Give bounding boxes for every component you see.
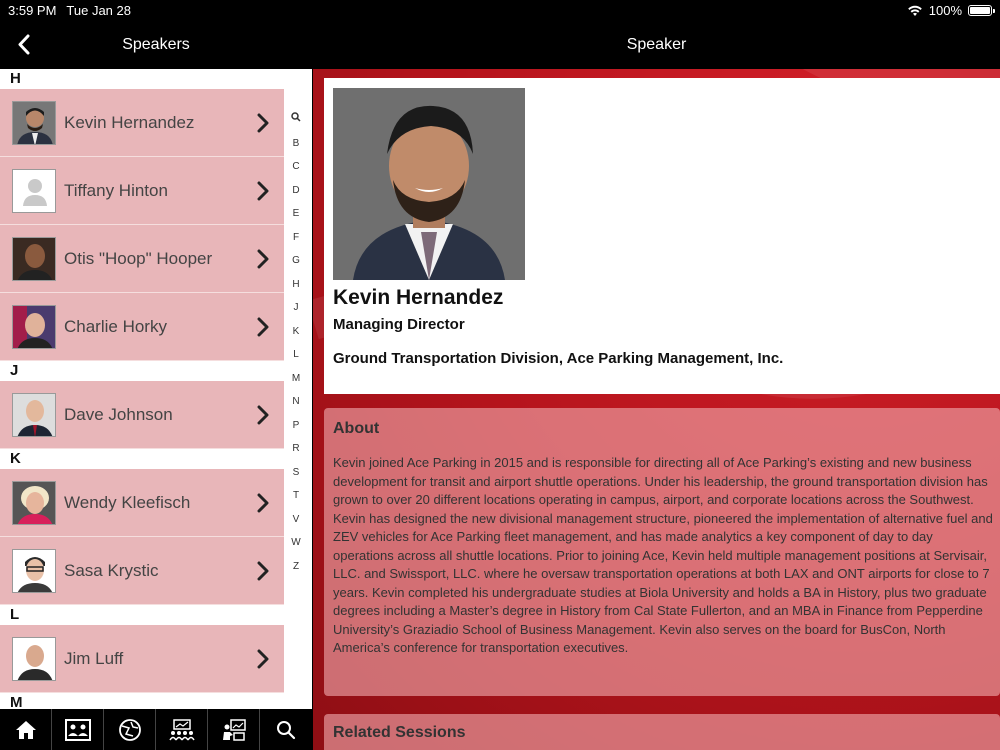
speaker-avatar [12,393,56,437]
speaker-list[interactable]: H Kevin Hernandez Tiffany Hinton Otis "H… [0,69,312,709]
search-icon [277,720,296,739]
app-screen: 3:59 PM Tue Jan 28 100% Speakers H Kevin… [0,0,1000,750]
speakers-panel: Speakers H Kevin Hernandez Tiffany Hinto… [0,20,312,750]
chevron-right-icon [257,317,269,337]
speaker-avatar [12,637,56,681]
chevron-right-icon [257,561,269,581]
index-letter[interactable]: M [292,367,300,391]
chevron-right-icon [257,181,269,201]
profile-organization: Ground Transportation Division, Ace Park… [333,350,784,367]
index-letter[interactable]: G [292,249,300,273]
index-letter[interactable]: V [293,508,300,532]
about-section: About Kevin joined Ace Parking in 2015 a… [324,408,1000,696]
speakers-icon [64,718,91,741]
speakers-nav-bar: Speakers [0,20,312,69]
index-letter[interactable]: P [293,414,300,438]
speaker-avatar [12,101,56,145]
profile-name: Kevin Hernandez [333,286,504,309]
map-icon [118,718,141,741]
speaker-name: Wendy Kleefisch [64,493,191,512]
profile-card: Kevin Hernandez Managing Director Ground… [324,78,1000,394]
speakers-title: Speakers [122,36,190,53]
speaker-row-charlie-horky[interactable]: Charlie Horky [0,293,284,361]
battery-percent: 100% [928,3,962,18]
section-header-j: J [0,361,312,381]
attendees-icon [168,718,195,740]
chevron-right-icon [257,113,269,133]
index-letter[interactable]: Z [293,555,299,579]
chevron-right-icon [257,249,269,269]
tab-presentation[interactable] [208,709,260,750]
speaker-nav-bar: Speaker [313,20,1000,69]
index-letter[interactable]: B [293,132,300,156]
speaker-row-jim-luff[interactable]: Jim Luff [0,625,284,693]
speaker-row-wendy-kleefisch[interactable]: Wendy Kleefisch [0,469,284,537]
speaker-row-dave-johnson[interactable]: Dave Johnson [0,381,284,449]
section-header-k: K [0,449,312,469]
index-letter[interactable]: J [294,296,299,320]
status-bar: 3:59 PM Tue Jan 28 100% [0,0,1000,20]
speaker-avatar [12,237,56,281]
speaker-avatar-placeholder [12,169,56,213]
index-letter[interactable]: E [293,202,300,226]
section-header-l: L [0,605,312,625]
speaker-avatar [12,549,56,593]
tab-speakers[interactable] [52,709,104,750]
index-letter[interactable]: D [292,179,299,203]
status-time: 3:59 PM [8,3,57,18]
speaker-name: Charlie Horky [64,317,167,336]
index-letter[interactable]: C [292,155,299,179]
speaker-row-tiffany-hinton[interactable]: Tiffany Hinton [0,157,284,225]
speaker-row-otis-hooper[interactable]: Otis "Hoop" Hooper [0,225,284,293]
speaker-row-kevin-hernandez[interactable]: Kevin Hernandez [0,89,284,157]
speaker-name: Dave Johnson [64,405,173,424]
section-header-h: H [0,69,312,89]
tab-home[interactable] [0,709,52,750]
index-letter[interactable]: L [293,343,299,367]
speaker-name: Sasa Krystic [64,561,159,580]
speaker-name: Kevin Hernandez [64,113,195,132]
index-letter[interactable]: S [293,461,300,485]
speaker-name: Jim Luff [64,649,124,668]
tab-map[interactable] [104,709,156,750]
wifi-icon [907,5,922,16]
status-date: Tue Jan 28 [66,3,131,18]
chevron-right-icon [257,649,269,669]
about-text: Kevin joined Ace Parking in 2015 and is … [333,455,993,655]
bottom-tab-bar [0,709,312,750]
chevron-right-icon [257,405,269,425]
index-letter[interactable]: K [293,320,300,344]
chevron-right-icon [257,493,269,513]
section-header-m: M [0,693,312,709]
tab-search[interactable] [260,709,312,750]
index-search-icon[interactable] [291,108,301,132]
home-icon [15,720,36,739]
related-sessions-section[interactable]: Related Sessions [324,714,1000,750]
speaker-name: Otis "Hoop" Hooper [64,249,213,268]
speaker-title: Speaker [626,36,687,53]
battery-icon [968,5,995,16]
index-letter[interactable]: H [292,273,299,297]
index-letter[interactable]: R [292,437,299,461]
speaker-detail-panel: Speaker Kevin Hernandez Managing Directo… [313,20,1000,750]
index-letter[interactable]: N [292,390,299,414]
related-sessions-heading: Related Sessions [333,724,466,741]
index-letter[interactable]: W [291,531,300,555]
speaker-row-sasa-krystic[interactable]: Sasa Krystic [0,537,284,605]
index-letter[interactable]: T [293,484,299,508]
speaker-avatar [12,481,56,525]
speaker-avatar [12,305,56,349]
profile-job-title: Managing Director [333,316,465,333]
alphabet-index[interactable]: B C D E F G H J K L M N P R S T V W Z [288,108,304,578]
index-letter[interactable]: F [293,226,299,250]
profile-photo [333,88,525,280]
about-heading: About [333,420,380,437]
speaker-name: Tiffany Hinton [64,181,168,200]
presentation-icon [222,718,246,741]
tab-attendees[interactable] [156,709,208,750]
